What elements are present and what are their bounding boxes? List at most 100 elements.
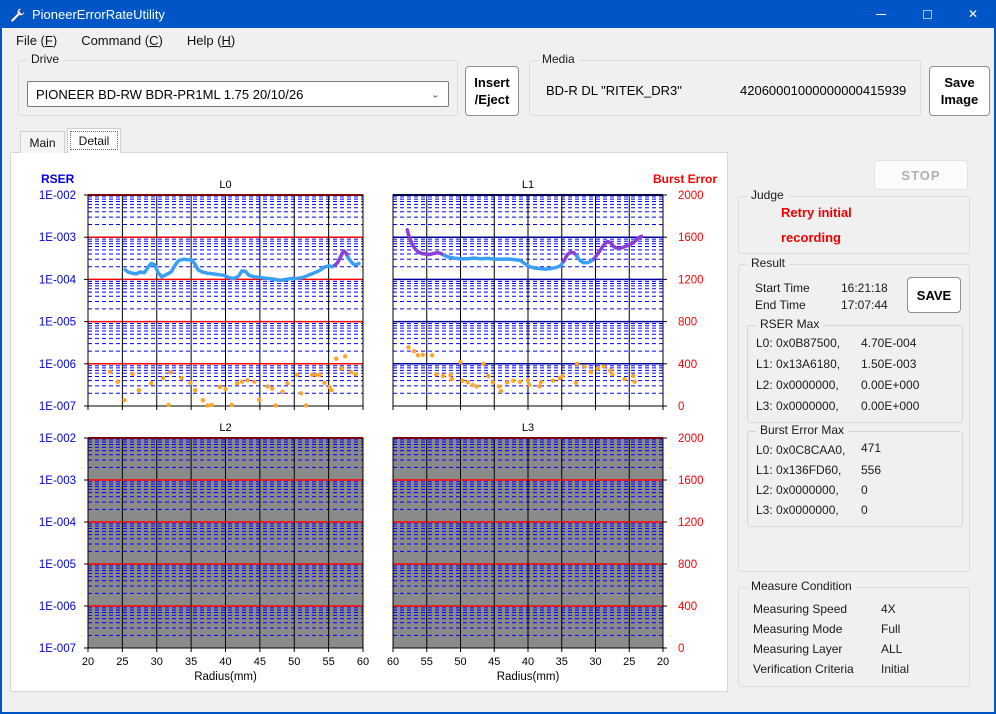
chevron-down-icon: ⌄	[431, 89, 440, 99]
burst-max-value-l3: 0	[861, 503, 868, 517]
detail-tab-page: RSERBurst ErrorL01E-0021E-0031E-0041E-00…	[10, 152, 728, 692]
x-tick-label: 60	[387, 656, 399, 668]
x-tick-label: 35	[185, 656, 197, 668]
maximize-button[interactable]	[904, 0, 950, 28]
rser-max-row-l1: L1: 0x13A6180,	[756, 357, 840, 371]
measure-condition-label: Measure Condition	[747, 579, 856, 593]
wrench-icon	[8, 6, 25, 23]
x-tick-label: 45	[254, 656, 266, 668]
menu-bar: File (F) Command (C) Help (H)	[2, 28, 994, 52]
burst-max-row-l0: L0: 0x0C8CAA0,	[756, 443, 845, 457]
verification-criteria-value: Initial	[881, 662, 909, 676]
menu-command[interactable]: Command (C)	[71, 30, 173, 51]
x-tick-label: 50	[454, 656, 466, 668]
end-time-label: End Time	[755, 298, 806, 312]
y-tick-label: 1E-003	[39, 475, 76, 487]
rser-max-value-l2: 0.00E+000	[861, 378, 919, 392]
y-tick-label: 1E-007	[39, 401, 76, 413]
minimize-button[interactable]	[858, 0, 904, 28]
right-tick-label: 2000	[678, 433, 704, 445]
stop-button[interactable]: STOP	[874, 160, 968, 190]
judge-result-line1: Retry initial	[781, 205, 852, 220]
x-tick-label: 40	[219, 656, 231, 668]
judge-group: Judge Retry initial recording	[738, 196, 970, 254]
chart-L2: L21E-0021E-0031E-0041E-0051E-0061E-00720…	[39, 422, 369, 683]
app-window: PioneerErrorRateUtility ✕ File (F) Comma…	[0, 0, 996, 714]
measure-condition-group: Measure Condition Measuring Speed 4X Mea…	[738, 587, 970, 687]
measuring-speed-label: Measuring Speed	[753, 602, 847, 616]
x-tick-label: 55	[421, 656, 433, 668]
rser-max-value-l3: 0.00E+000	[861, 399, 919, 413]
right-tick-label: 1600	[678, 232, 704, 244]
media-group: Media BD-R DL "RITEK_DR3" 42060001000000…	[529, 60, 921, 116]
x-tick-label: 30	[151, 656, 163, 668]
start-time-label: Start Time	[755, 281, 810, 295]
x-tick-label: 30	[589, 656, 601, 668]
media-type: BD-R DL "RITEK_DR3"	[546, 83, 682, 98]
media-group-label: Media	[538, 52, 579, 66]
burst-error-max-label: Burst Error Max	[756, 423, 848, 437]
x-tick-label: 55	[323, 656, 335, 668]
tab-detail[interactable]: Detail	[67, 128, 121, 153]
right-tick-label: 0	[678, 643, 684, 655]
burst-max-value-l2: 0	[861, 483, 868, 497]
result-group: Result Start Time 16:21:18 End Time 17:0…	[738, 264, 970, 572]
measuring-mode-value: Full	[881, 622, 900, 636]
insert-eject-button[interactable]: Insert /Eject	[465, 66, 519, 116]
rser-max-row-l2: L2: 0x0000000,	[756, 378, 839, 392]
right-tick-label: 800	[678, 317, 697, 329]
media-serial: 42060001000000000415939	[740, 83, 906, 98]
rser-axis-label: RSER	[41, 172, 75, 186]
burst-max-value-l0: 471	[861, 441, 881, 455]
measuring-speed-value: 4X	[881, 602, 896, 616]
close-icon: ✕	[968, 7, 978, 21]
burst-max-value-l1: 556	[861, 463, 881, 477]
x-tick-label: 40	[522, 656, 534, 668]
charts-svg: RSERBurst ErrorL01E-0021E-0031E-0041E-00…	[11, 153, 727, 691]
drive-select[interactable]: PIONEER BD-RW BDR-PR1ML 1.75 20/10/26 ⌄	[27, 81, 449, 107]
y-tick-label: 1E-002	[39, 190, 76, 202]
chart-L0: L01E-0021E-0031E-0041E-0051E-0061E-007	[39, 179, 363, 413]
save-button[interactable]: SAVE	[907, 277, 961, 313]
y-tick-label: 1E-007	[39, 643, 76, 655]
save-image-button[interactable]: Save Image	[929, 66, 990, 116]
x-tick-label: 50	[288, 656, 300, 668]
verification-criteria-label: Verification Criteria	[753, 662, 854, 676]
rser-max-value-l0: 4.70E-004	[861, 336, 916, 350]
chart-title-L1: L1	[522, 179, 534, 191]
burst-error-max-group: Burst Error Max L0: 0x0C8CAA0, 471 L1: 0…	[747, 431, 963, 527]
minimize-icon	[876, 14, 886, 15]
y-tick-label: 1E-005	[39, 559, 76, 571]
rser-max-value-l1: 1.50E-003	[861, 357, 916, 371]
result-group-label: Result	[747, 256, 789, 270]
burst-max-row-l3: L3: 0x0000000,	[756, 503, 839, 517]
x-tick-label: 60	[357, 656, 369, 668]
burst-error-axis-label: Burst Error	[653, 172, 717, 186]
x-tick-label: 35	[556, 656, 568, 668]
start-time-value: 16:21:18	[841, 281, 888, 295]
y-tick-label: 1E-005	[39, 317, 76, 329]
menu-file[interactable]: File (F)	[6, 30, 67, 51]
end-time-value: 17:07:44	[841, 298, 888, 312]
y-tick-label: 1E-006	[39, 601, 76, 613]
x-tick-label: 45	[488, 656, 500, 668]
x-tick-label: 20	[82, 656, 94, 668]
y-tick-label: 1E-004	[39, 274, 77, 286]
right-tick-label: 1200	[678, 517, 704, 529]
menu-help[interactable]: Help (H)	[177, 30, 245, 51]
measuring-layer-label: Measuring Layer	[753, 642, 842, 656]
y-tick-label: 1E-003	[39, 232, 76, 244]
y-tick-label: 1E-004	[39, 517, 77, 529]
x-axis-label: Radius(mm)	[194, 671, 257, 683]
tab-main[interactable]: Main	[20, 131, 65, 153]
chart-title-L3: L3	[522, 422, 534, 434]
judge-group-label: Judge	[747, 188, 788, 202]
right-tick-label: 400	[678, 601, 697, 613]
y-tick-label: 1E-002	[39, 433, 76, 445]
rser-max-group: RSER Max L0: 0x0B87500, 4.70E-004 L1: 0x…	[747, 325, 963, 423]
close-button[interactable]: ✕	[950, 0, 996, 28]
right-tick-label: 1200	[678, 274, 704, 286]
right-tick-label: 400	[678, 359, 697, 371]
drive-group: Drive PIONEER BD-RW BDR-PR1ML 1.75 20/10…	[18, 60, 458, 116]
right-tick-label: 0	[678, 401, 684, 413]
